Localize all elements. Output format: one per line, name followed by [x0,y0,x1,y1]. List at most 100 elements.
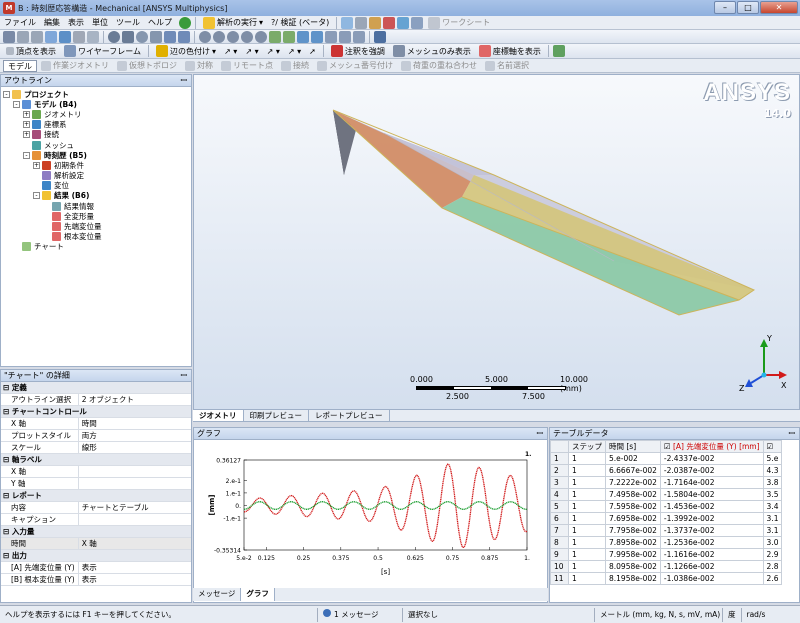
zoom-fit-icon[interactable] [227,30,239,43]
select-edge-icon[interactable] [31,30,43,43]
details-value[interactable]: 表示 [78,573,191,586]
pin-icon[interactable]: ꟷ [788,428,795,440]
details-row[interactable]: スケール 線形 [1,441,191,454]
details-value[interactable]: X 軸 [78,537,191,550]
details-row[interactable]: Y 軸 [1,477,191,490]
layout-icon[interactable] [411,16,424,29]
show-axes-button[interactable]: 座標軸を表示 [476,45,544,57]
zoom-box-icon[interactable] [150,30,162,43]
annotation-button[interactable]: 注釈を強調 [328,45,388,57]
chart-icon[interactable] [383,16,396,29]
menu-units[interactable]: 単位 [88,17,112,28]
expand-icon[interactable]: + [33,161,40,169]
data-table[interactable]: ステップ 時間 [s] ☑ [A] 先端変位量 (Y) [mm] ☑ 1 1 5.e-00… [550,440,783,585]
view-grid-icon[interactable] [339,30,351,43]
menu-tools[interactable]: ツール [112,17,144,28]
menu-edit[interactable]: 編集 [40,17,64,28]
pan-icon[interactable] [122,30,134,43]
tree-node[interactable]: 根本変位量 [3,232,191,242]
tree-node[interactable]: - 結果 (B6) [3,191,191,201]
iso-view-icon[interactable] [297,30,309,43]
tree-node[interactable]: + 接続 [3,130,191,140]
collapse-icon[interactable]: - [23,151,30,159]
camera-icon[interactable] [355,16,368,29]
details-value[interactable]: 線形 [78,441,191,454]
geometry-viewport[interactable]: ANSYS 14.0 0.000 5.000 10.000 (mm) 2.500… [193,74,800,410]
graph-chart[interactable]: 0.36127 2.e-1 1.e-1 0. -1.e-1 -0.353145.e-2 0.… [194,442,547,592]
window-layout-icon[interactable] [374,30,386,43]
rate-status[interactable]: rad/s [742,608,771,622]
column-checkbox[interactable]: ☑ [767,442,774,451]
details-group[interactable]: ⊟ チャートコントロール [1,405,191,418]
select-vertex-icon[interactable] [17,30,29,43]
table-column-header[interactable]: ステップ [568,440,606,453]
collapse-icon[interactable]: - [33,192,40,200]
zoom-out-icon[interactable] [213,30,225,43]
solve-button[interactable]: 解析の実行 ▾ [200,16,266,29]
angle-status[interactable]: 度 [723,607,742,622]
details-row[interactable]: キャプション [1,513,191,526]
details-value[interactable] [78,465,191,478]
details-value[interactable]: 2 オブジェクト [78,393,191,406]
table-column-header[interactable]: 時間 [s] [605,440,661,453]
rotate-icon[interactable] [108,30,120,43]
table-row[interactable]: 6 1 7.6958e-002 -1.3992e-002 3.1 [550,512,783,525]
details-row[interactable]: 時間 X 軸 [1,537,191,550]
tree-node[interactable]: メッシュ [3,140,191,150]
tab-report-preview[interactable]: レポートプレビュー [309,410,390,421]
view-box-icon[interactable] [353,30,365,43]
probe-button[interactable]: ?/ 検証 (ベータ) [268,17,332,28]
geometry-canvas[interactable] [194,75,800,411]
wireframe-button[interactable]: ワイヤーフレーム [61,45,144,57]
details-row[interactable]: X 軸 [1,465,191,478]
table-row[interactable]: 11 1 8.1958e-002 -1.0386e-002 2.6 [550,572,783,585]
table-row[interactable]: 2 1 6.6667e-002 -2.0387e-002 4.3 [550,464,783,477]
details-row[interactable]: プロットスタイル 両方 [1,429,191,442]
mesh-numbering-button[interactable]: メッシュ番号付け [313,60,397,71]
pin-icon[interactable]: ꟷ [180,370,187,382]
tree-node[interactable]: + 座標系 [3,120,191,130]
select-node-icon[interactable] [73,30,85,43]
menu-view[interactable]: 表示 [64,17,88,28]
table-column-header[interactable]: ☑ [A] 先端変位量 (Y) [mm] [659,440,764,453]
details-row[interactable]: 内容 チャートとテーブル [1,501,191,514]
details-value[interactable]: 時間 [78,417,191,430]
tree-node[interactable]: - 時刻歴 (B5) [3,150,191,160]
tab-model[interactable]: モデル [3,59,37,72]
menu-help[interactable]: ヘルプ [144,17,176,28]
table-row[interactable]: 4 1 7.4958e-002 -1.5804e-002 3.5 [550,488,783,501]
details-value[interactable] [78,513,191,526]
menu-file[interactable]: ファイル [0,17,40,28]
virtual-topology-button[interactable]: 仮想トポロジ [113,60,181,71]
table-row[interactable]: 9 1 7.9958e-002 -1.1616e-002 2.9 [550,548,783,561]
check-icon[interactable] [179,16,191,29]
select-mode-icon[interactable] [3,30,15,43]
details-group[interactable]: ⊟ 出力 [1,549,191,562]
collapse-icon[interactable]: - [13,100,20,108]
worksheet-button[interactable]: ワークシート [425,16,493,29]
table-row[interactable]: 7 1 7.7958e-002 -1.3737e-002 3.1 [550,524,783,537]
working-geometry-button[interactable]: 作業ジオメトリ [37,60,113,71]
select-body-icon[interactable] [59,30,71,43]
fit-icon[interactable] [164,30,176,43]
unit-status[interactable]: メートル (mm, kg, N, s, mV, mA) [595,607,723,622]
named-view-icon[interactable] [311,30,323,43]
messages-status[interactable]: 1 メッセージ [318,607,403,622]
zoom-in-icon[interactable] [199,30,211,43]
zoom-region-icon[interactable] [255,30,267,43]
zoom-reset-icon[interactable] [241,30,253,43]
pin-icon[interactable]: ꟷ [536,428,543,440]
details-row[interactable]: [B] 根本変位量 (Y) 表示 [1,573,191,586]
table-icon[interactable] [397,16,410,29]
details-group[interactable]: ⊟ 入力量 [1,525,191,538]
tab-messages[interactable]: メッセージ [193,588,242,601]
zoom-icon[interactable] [136,30,148,43]
tree-node[interactable]: 先端変位量 [3,221,191,232]
details-value[interactable]: 両方 [78,429,191,442]
tree-node[interactable]: + 初期条件 [3,160,191,170]
expand-icon[interactable]: + [23,110,30,118]
edge-style-1-button[interactable]: ↗ ▾ [221,47,240,56]
previous-view-icon[interactable] [269,30,281,43]
thick-edge-button[interactable]: ➚ [306,47,319,56]
column-checkbox[interactable]: ☑ [664,442,673,451]
